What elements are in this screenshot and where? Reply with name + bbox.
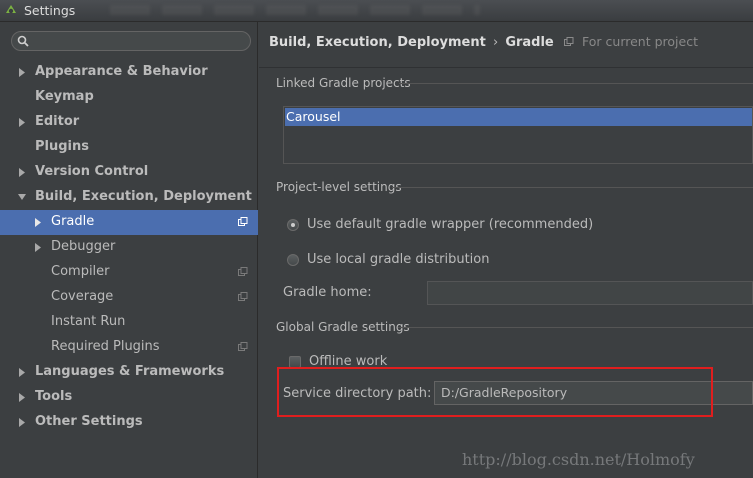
sidebar-item-label: Compiler: [51, 264, 110, 279]
sidebar-item-required-plugins[interactable]: Required Plugins: [0, 335, 258, 360]
project-level-separator: [392, 187, 753, 188]
breadcrumb-section[interactable]: Build, Execution, Deployment: [269, 35, 486, 50]
project-level-title: Project-level settings: [276, 180, 402, 194]
linked-projects-title: Linked Gradle projects: [276, 76, 411, 90]
sidebar-item-label: Editor: [35, 114, 80, 129]
blurred-menu-ghost: [110, 5, 480, 15]
sidebar-item-other-settings[interactable]: Other Settings: [0, 410, 258, 435]
gradle-home-label: Gradle home:: [283, 285, 372, 300]
sidebar-item-label: Build, Execution, Deployment: [35, 189, 252, 204]
linked-projects-list[interactable]: Carousel: [283, 106, 753, 164]
gradle-wrapper-label[interactable]: Use default gradle wrapper (recommended): [307, 217, 593, 232]
project-scope-icon: [563, 36, 574, 46]
sidebar-item-label: Tools: [35, 389, 73, 404]
sidebar-item-label: Coverage: [51, 289, 114, 304]
sidebar-item-languages-frameworks[interactable]: Languages & Frameworks: [0, 360, 258, 385]
expand-arrow-right-icon[interactable]: [34, 218, 42, 227]
gradle-home-field[interactable]: [427, 281, 753, 305]
radio-selected-dot: [291, 223, 295, 227]
sidebar-item-label: Languages & Frameworks: [35, 364, 225, 379]
sidebar-item-plugins[interactable]: Plugins: [0, 135, 258, 160]
header-divider: [259, 67, 753, 68]
window-title: Settings: [24, 3, 76, 18]
sidebar-item-instant-run[interactable]: Instant Run: [0, 310, 258, 335]
sidebar-item-version-control[interactable]: Version Control: [0, 160, 258, 185]
sidebar-item-label: Required Plugins: [51, 339, 160, 354]
project-item-carousel[interactable]: Carousel: [285, 108, 752, 126]
search-input[interactable]: [34, 33, 248, 51]
expand-arrow-right-icon[interactable]: [18, 68, 26, 77]
sidebar-item-label: Appearance & Behavior: [35, 64, 208, 79]
expand-arrow-right-icon[interactable]: [18, 393, 26, 402]
breadcrumb-separator: ›: [492, 35, 499, 50]
expand-arrow-right-icon[interactable]: [34, 243, 42, 252]
annotation-highlight-box: [277, 367, 713, 417]
sidebar-item-build-execution-deployment[interactable]: Build, Execution, Deployment: [0, 185, 258, 210]
sidebar-item-label: Instant Run: [51, 314, 126, 329]
project-scope-icon: [238, 342, 248, 351]
global-settings-separator: [398, 327, 753, 328]
sidebar-item-label: Debugger: [51, 239, 116, 254]
gradle-wrapper-radio[interactable]: [287, 219, 299, 231]
sidebar-item-tools[interactable]: Tools: [0, 385, 258, 410]
global-settings-title: Global Gradle settings: [276, 320, 410, 334]
sidebar-item-label: Plugins: [35, 139, 89, 154]
sidebar-item-debugger[interactable]: Debugger: [0, 235, 258, 260]
watermark: http://blog.csdn.net/Holmofy: [462, 450, 695, 469]
expand-arrow-right-icon[interactable]: [18, 368, 26, 377]
expand-arrow-down-icon[interactable]: [18, 193, 26, 202]
sidebar-item-label: Version Control: [35, 164, 149, 179]
project-scope-icon: [238, 292, 248, 301]
local-distribution-radio[interactable]: [287, 254, 299, 266]
sidebar-item-gradle[interactable]: Gradle: [0, 210, 258, 235]
project-scope-icon: [238, 217, 248, 226]
local-distribution-label[interactable]: Use local gradle distribution: [307, 252, 489, 267]
sidebar-item-keymap[interactable]: Keymap: [0, 85, 258, 110]
search-field[interactable]: [11, 31, 251, 51]
sidebar-item-label: Other Settings: [35, 414, 143, 429]
breadcrumb-scope: For current project: [582, 34, 698, 49]
android-studio-icon: [6, 5, 16, 14]
sidebar-item-coverage[interactable]: Coverage: [0, 285, 258, 310]
linked-projects-separator: [399, 83, 753, 84]
breadcrumb: Build, Execution, Deployment › Gradle Fo…: [269, 34, 698, 50]
expand-arrow-right-icon[interactable]: [18, 118, 26, 127]
search-icon: [17, 35, 29, 47]
settings-sidebar: Appearance & Behavior Keymap Editor Plugins…: [0, 22, 258, 478]
window-titlebar: Settings: [0, 0, 753, 22]
expand-arrow-right-icon[interactable]: [18, 168, 26, 177]
breadcrumb-page: Gradle: [505, 35, 554, 50]
project-scope-icon: [238, 267, 248, 276]
sidebar-item-label: Gradle: [51, 214, 95, 229]
sidebar-item-label: Keymap: [35, 89, 94, 104]
sidebar-item-appearance-behavior[interactable]: Appearance & Behavior: [0, 60, 258, 85]
expand-arrow-right-icon[interactable]: [18, 418, 26, 427]
sidebar-item-editor[interactable]: Editor: [0, 110, 258, 135]
sidebar-item-compiler[interactable]: Compiler: [0, 260, 258, 285]
